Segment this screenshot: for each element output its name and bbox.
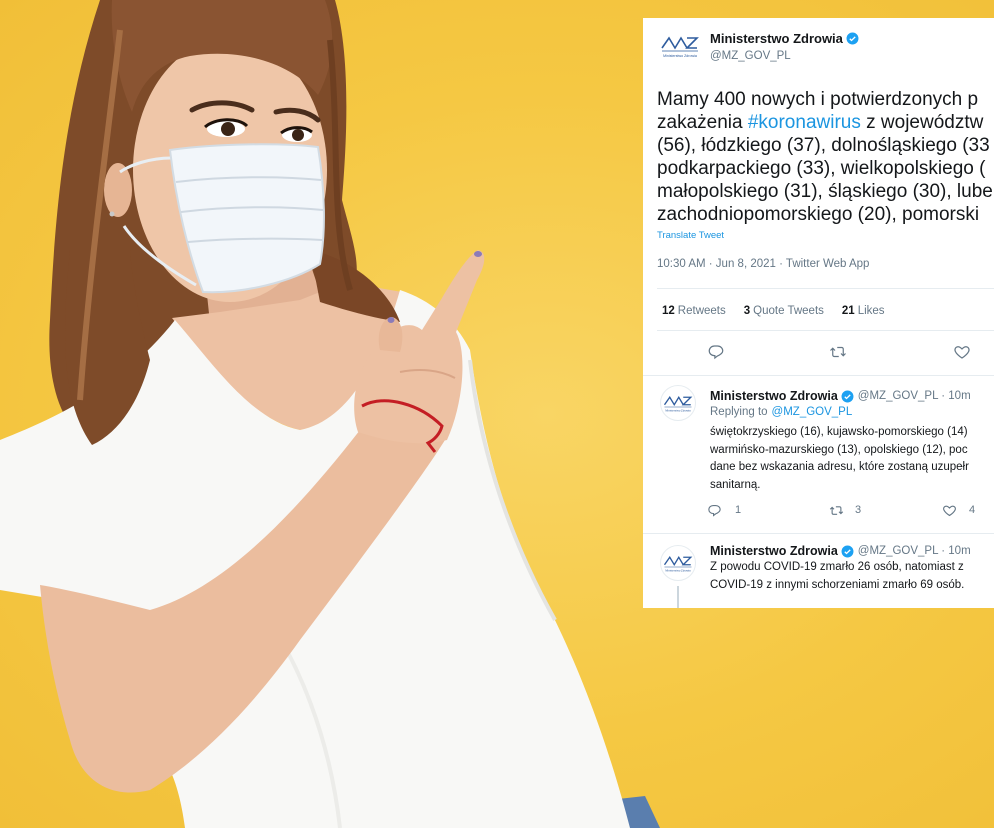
tweet-text-line: podkarpackiego (33), wielkopolskiego ( [657, 158, 986, 179]
like-icon[interactable] [942, 503, 957, 518]
verified-badge-icon [841, 390, 854, 402]
earring [109, 211, 115, 217]
like-count: 4 [969, 504, 976, 516]
reply-text: świętokrzyskiego (16), kujawsko-pomorski… [710, 424, 969, 494]
mz-logo-icon: Ministerstwo Zdrowia [663, 555, 693, 573]
logo-caption: Ministerstwo Zdrowia [663, 54, 697, 58]
reply-text: Z powodu COVID-19 zmarło 26 osób, natomi… [710, 559, 964, 594]
tweet-stats: 12 Retweets 3 Quote Tweets 21 Likes [662, 303, 903, 319]
logo-caption: Ministerstwo Zdrowia [665, 569, 691, 573]
divider [643, 375, 994, 376]
woman-photo [0, 0, 660, 828]
retweet-icon[interactable] [829, 503, 844, 518]
reply-text-line: COVID-19 z innymi schorzeniami zmarło 69… [710, 578, 965, 591]
stat-label: Quote Tweets [753, 305, 824, 317]
divider [657, 288, 994, 289]
reply-count: 1 [735, 504, 742, 516]
author-handle[interactable]: @MZ_GOV_PL [710, 50, 791, 62]
ear [104, 163, 132, 217]
iris-left [221, 122, 235, 136]
stat-quote-tweets[interactable]: 3 Quote Tweets [744, 305, 824, 317]
logo-mark-z [685, 37, 699, 49]
tweet-text-line: zachodniopomorskiego (20), pomorski [657, 204, 980, 225]
replying-to-handle[interactable]: @MZ_GOV_PL [772, 406, 853, 418]
replying-to: Replying to @MZ_GOV_PL [710, 406, 852, 418]
stat-label: Likes [857, 305, 885, 317]
iris-right [292, 129, 304, 141]
retweet-count: 3 [855, 504, 862, 516]
reply-author-name[interactable]: Ministerstwo Zdrowia [710, 544, 838, 558]
like-icon[interactable] [953, 343, 971, 361]
reply-text-line: warmińsko-mazurskiego (13), opolskiego (… [710, 443, 968, 456]
tweet-text-segment: z województw [860, 112, 984, 133]
stat-likes[interactable]: 21 Likes [842, 305, 885, 317]
author-row: Ministerstwo Zdrowia [710, 30, 859, 46]
reply-text-line: sanitarną. [710, 478, 761, 491]
reply-avatar[interactable]: Ministerstwo Zdrowia [660, 545, 696, 581]
stat-count: 3 [743, 305, 751, 317]
hashtag-link[interactable]: #koronawirus [748, 112, 861, 133]
divider [643, 533, 994, 534]
tweet-text-line: (56), łódzkiego (37), dolnośląskiego (33 [657, 135, 990, 156]
tweet-text: Mamy 400 nowych i potwierdzonych p zakaż… [657, 88, 993, 226]
reply-text-line: świętokrzyskiego (16), kujawsko-pomorski… [710, 426, 968, 438]
reply-avatar[interactable]: Ministerstwo Zdrowia [660, 385, 696, 421]
reply-icon[interactable] [707, 343, 725, 361]
tweet-text-line: Mamy 400 nowych i potwierdzonych p [657, 89, 979, 110]
thread-line [677, 586, 679, 608]
retweet-icon[interactable] [829, 343, 847, 361]
author-name[interactable]: Ministerstwo Zdrowia [710, 31, 843, 46]
tweet-text-segment: zakażenia [657, 112, 748, 133]
fingernail [474, 251, 482, 257]
tweet-text-line: małopolskiego (31), śląskiego (30), lube [657, 181, 993, 202]
replying-to-label: Replying to [710, 406, 768, 418]
reply-header: Ministerstwo Zdrowia @MZ_GOV_PL · 10m [710, 388, 971, 404]
tweet-card: Ministerstwo Zdrowia Ministerstwo Zdrowi… [643, 18, 994, 608]
reply-author-name[interactable]: Ministerstwo Zdrowia [710, 389, 838, 403]
mz-logo-icon: Ministerstwo Zdrowia [663, 395, 693, 413]
tweet-text-line: zakażenia #koronawirus z województw [657, 111, 993, 134]
verified-badge-icon [841, 545, 854, 557]
stat-retweets[interactable]: 12 Retweets [662, 305, 726, 317]
verified-badge-icon [846, 32, 859, 44]
divider [657, 330, 994, 331]
reply-icon[interactable] [707, 503, 722, 518]
stat-count: 12 [662, 305, 675, 317]
reply-header: Ministerstwo Zdrowia @MZ_GOV_PL · 10m [710, 543, 971, 559]
stat-count: 21 [841, 305, 855, 317]
tweet-meta[interactable]: 10:30 AM · Jun 8, 2021 · Twitter Web App [657, 258, 869, 270]
fingernail [387, 317, 395, 323]
mz-logo-icon[interactable]: Ministerstwo Zdrowia [660, 30, 700, 60]
logo-mark [661, 36, 688, 50]
stat-label: Retweets [677, 305, 726, 317]
reply-text-line: Z powodu COVID-19 zmarło 26 osób, natomi… [710, 561, 964, 573]
translate-tweet-link[interactable]: Translate Tweet [657, 230, 724, 241]
logo-caption: Ministerstwo Zdrowia [665, 409, 691, 413]
reply-handle-time[interactable]: @MZ_GOV_PL · 10m [858, 545, 971, 557]
reply-text-line: dane bez wskazania adresu, które zostaną… [710, 461, 969, 473]
reply-handle-time[interactable]: @MZ_GOV_PL · 10m [858, 390, 971, 402]
